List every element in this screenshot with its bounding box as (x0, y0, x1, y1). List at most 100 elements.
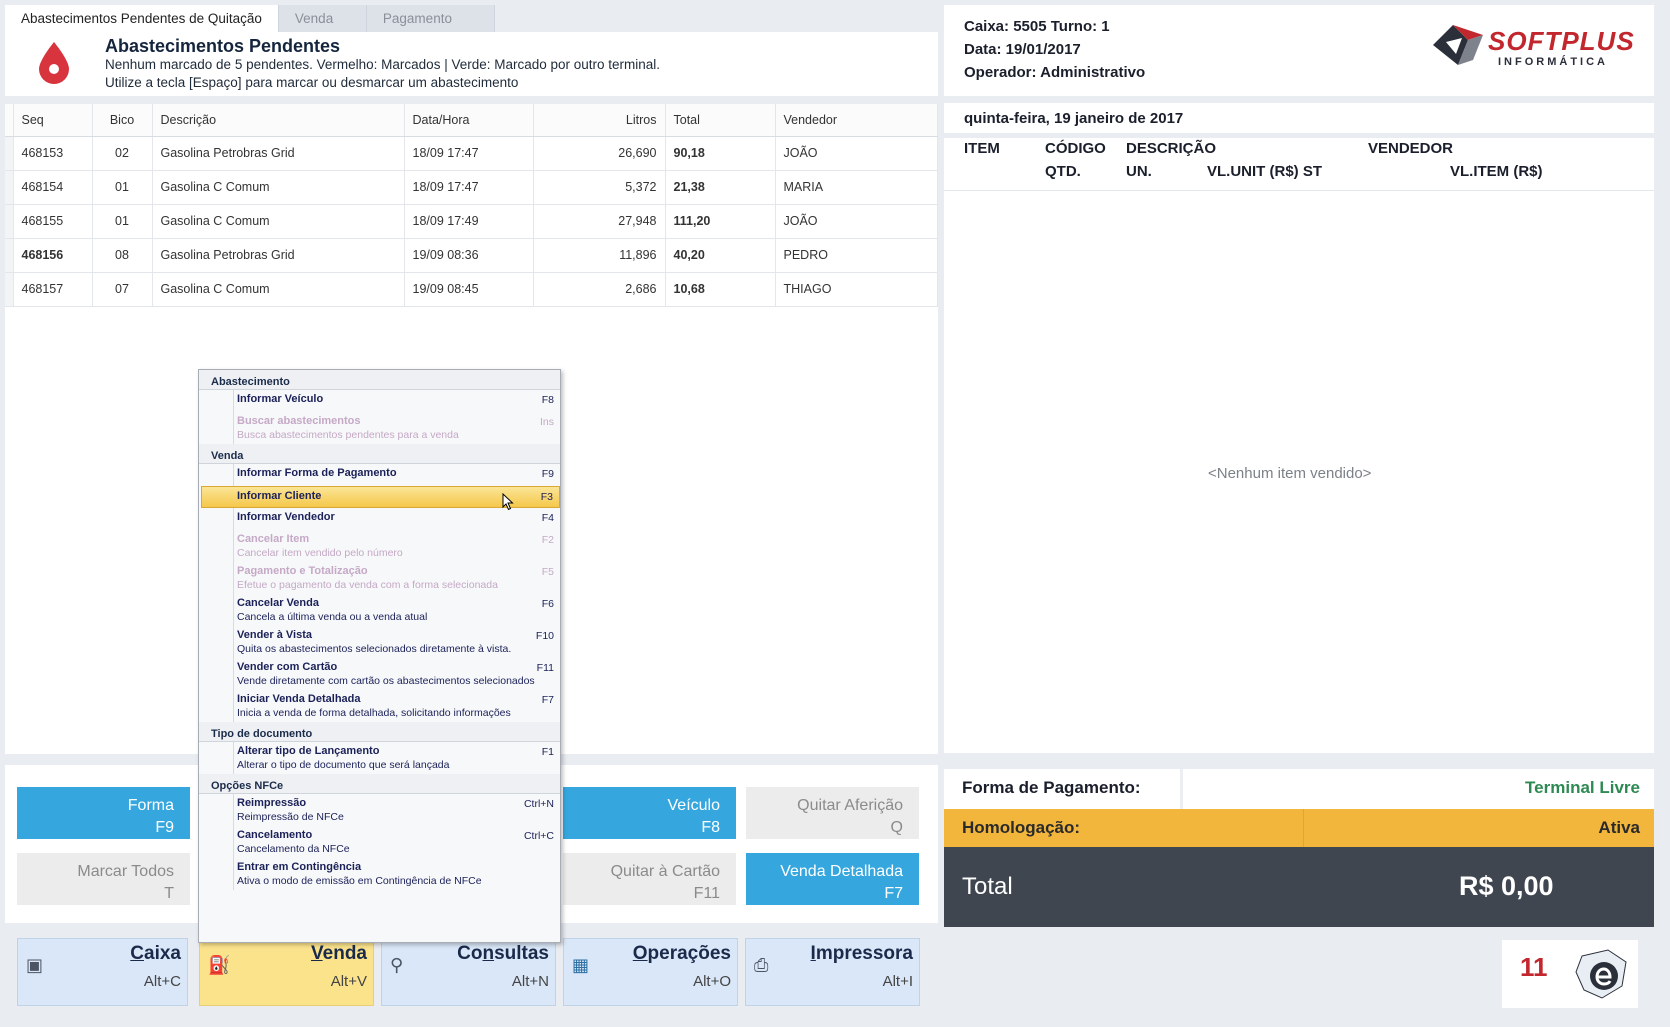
menu-informar-cliente[interactable]: Informar Cliente F3 (201, 486, 560, 511)
tab-pagamento[interactable]: Pagamento (366, 5, 495, 32)
cell-bico: 01 (92, 170, 153, 205)
total-value: R$ 0,00 (1459, 871, 1554, 901)
cell-seq: 468157 (13, 272, 93, 307)
cell-descricao: Gasolina C Comum (152, 272, 405, 307)
access-key-letter: C (130, 943, 145, 964)
cell-total: 21,38 (665, 170, 776, 205)
nav-operacoes-label: Operações (632, 943, 731, 964)
menu-item-title: Reimpressão (237, 797, 307, 809)
cell-vendedor: JOÃO (775, 136, 938, 171)
homologacao-divider (1303, 809, 1304, 847)
menu-cancelar-item: Cancelar Item Cancelar item vendido pelo… (233, 530, 560, 562)
menu-item-shortcut: Ins (539, 416, 554, 428)
menu-item-desc: Efetue o pagamento da venda com a forma … (237, 579, 498, 591)
menu-item-desc: Quita os abastecimentos selecionados dir… (237, 643, 512, 655)
menu-reimpressao[interactable]: Reimpressão Reimpressão de NFCe Ctrl+N (233, 794, 560, 826)
nfce-logo-icon (1575, 949, 1627, 999)
menu-iniciar-venda-detalhada[interactable]: Iniciar Venda Detalhada Inicia a venda d… (233, 690, 560, 722)
access-key-letter: I (810, 943, 816, 964)
menu-informar-veiculo[interactable]: Informar Veículo F8 (233, 390, 560, 412)
veiculo-label: Veículo (667, 797, 720, 814)
quitar-cartao-button[interactable]: Quitar à Cartão F11 (563, 853, 736, 905)
total-bar: Total R$ 0,00 (944, 847, 1654, 927)
menu-item-title: Cancelar Venda (237, 597, 319, 609)
venda-detalhada-button[interactable]: Venda Detalhada F7 (746, 853, 919, 905)
cell-descricao: Gasolina Petrobras Grid (152, 238, 405, 273)
menu-informar-vendedor[interactable]: Informar Vendedor F4 (233, 508, 560, 530)
col-vendedor[interactable]: Vendedor (775, 104, 938, 137)
menu-item-title: Informar Forma de Pagamento (237, 467, 397, 479)
table-row[interactable]: 468156 08 Gasolina Petrobras Grid 19/09 … (5, 238, 938, 273)
col-bico[interactable]: Bico (92, 104, 153, 137)
menu-item-shortcut: F2 (541, 534, 554, 546)
venda-detalhada-key: F7 (884, 885, 903, 902)
cell-bico: 08 (92, 238, 153, 273)
nav-consultas[interactable]: ⚲ Consultas Alt+N (381, 938, 556, 1006)
nav-impressora[interactable]: ⎙ Impressora Alt+I (745, 938, 920, 1006)
menu-section-opcoes-nfce: Opções NFCe (199, 774, 560, 794)
menu-item-shortcut: Ctrl+C (523, 830, 554, 842)
cell-seq: 468153 (13, 136, 93, 171)
menu-vender-cartao[interactable]: Vender com Cartão Vende diretamente com … (233, 658, 560, 690)
tab-abastecimentos[interactable]: Abastecimentos Pendentes de Quitação (5, 5, 279, 32)
cell-descricao: Gasolina Petrobras Grid (152, 136, 405, 171)
cell-litros: 11,896 (533, 238, 666, 273)
row-gutter (5, 238, 14, 273)
nav-venda[interactable]: ⛽ Venda Alt+V (199, 938, 374, 1006)
menu-item-shortcut: F11 (536, 662, 554, 674)
table-row[interactable]: 468154 01 Gasolina C Comum 18/09 17:47 5… (5, 170, 938, 205)
menu-item-shortcut: F3 (540, 491, 553, 503)
nav-consultas-label: Consultas (457, 943, 549, 964)
total-label: Total (962, 873, 1013, 900)
nav-impressora-label: Impressora (810, 943, 913, 964)
col-descricao[interactable]: Descrição (152, 104, 405, 137)
tab-venda[interactable]: Venda (278, 5, 367, 32)
menu-item-title: Cancelamento (237, 829, 313, 841)
long-date: quinta-feira, 19 janeiro de 2017 (944, 103, 1654, 133)
nav-operacoes[interactable]: ▦ Operações Alt+O (563, 938, 738, 1006)
cell-seq: 468155 (13, 204, 93, 239)
quitar-afericao-button[interactable]: Quitar Aferição Q (746, 787, 919, 839)
col-descricao-item: DESCRIÇÃO (1126, 140, 1217, 157)
cell-total: 40,20 (665, 238, 776, 273)
menu-vender-vista[interactable]: Vender à Vista Quita os abastecimentos s… (233, 626, 560, 658)
pending-header: Abastecimentos Pendentes Nenhum marcado … (5, 32, 938, 96)
menu-cancelar-venda[interactable]: Cancelar Venda Cancela a última venda ou… (233, 594, 560, 626)
col-total[interactable]: Total (665, 104, 776, 137)
logo-text: SOFTPLUS (1488, 26, 1635, 56)
menu-cancelamento[interactable]: Cancelamento Cancelamento da NFCe Ctrl+C (233, 826, 560, 858)
col-litros[interactable]: Litros (533, 104, 666, 137)
menu-item-title: Pagamento e Totalização (237, 565, 368, 577)
terminal-status: Terminal Livre (1525, 778, 1640, 797)
menu-entrar-contingencia[interactable]: Entrar em Contingência Ativa o modo de e… (233, 858, 560, 890)
menu-informar-forma-pagamento[interactable]: Informar Forma de Pagamento F9 (233, 464, 560, 486)
caixa-turno: Caixa: 5505 Turno: 1 (964, 18, 1110, 35)
nav-consultas-key: Alt+N (511, 973, 549, 990)
quitar-cartao-key: F11 (693, 885, 720, 902)
menu-item-shortcut: Ctrl+N (523, 798, 554, 810)
quitar-afericao-label: Quitar Aferição (797, 797, 903, 814)
marcar-todos-button[interactable]: Marcar Todos T (17, 853, 190, 905)
table-row[interactable]: 468153 02 Gasolina Petrobras Grid 18/09 … (5, 136, 938, 171)
menu-buscar-abastecimentos: Buscar abastecimentos Busca abasteciment… (233, 412, 560, 444)
row-gutter (5, 136, 14, 171)
col-seq[interactable]: Seq (13, 104, 93, 137)
menu-pagamento-totalizacao: Pagamento e Totalização Efetue o pagamen… (233, 562, 560, 594)
payment-bar: Forma de Pagamento: Terminal Livre (944, 769, 1654, 809)
operations-icon: ▦ (572, 955, 590, 975)
nav-caixa[interactable]: ▣ Caixa Alt+C (17, 938, 188, 1006)
forma-button[interactable]: Forma F9 (17, 787, 190, 839)
menu-item-desc: Cancelar item vendido pelo número (237, 547, 403, 559)
menu-alterar-tipo-lancamento[interactable]: Alterar tipo de Lançamento Alterar o tip… (233, 742, 560, 774)
table-row[interactable]: 468157 07 Gasolina C Comum 19/09 08:45 2… (5, 272, 938, 307)
forma-key: F9 (155, 819, 174, 836)
magnifier-icon: ⚲ (390, 955, 404, 975)
col-datahora[interactable]: Data/Hora (404, 104, 534, 137)
menu-item-title: Buscar abastecimentos (237, 415, 361, 427)
table-row[interactable]: 468155 01 Gasolina C Comum 18/09 17:49 2… (5, 204, 938, 239)
page-title: Abastecimentos Pendentes (105, 36, 341, 56)
col-item: ITEM (964, 140, 1000, 157)
access-key-letter: n (482, 943, 495, 964)
veiculo-button[interactable]: Veículo F8 (563, 787, 736, 839)
grid-header-row: Seq Bico Descrição Data/Hora Litros Tota… (5, 104, 938, 137)
